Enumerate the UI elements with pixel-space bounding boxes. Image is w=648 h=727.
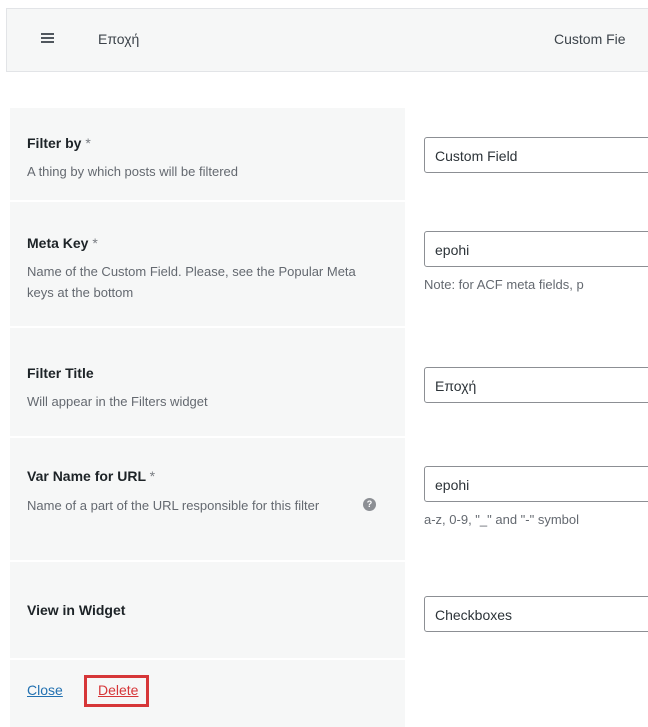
filter-title-description: Will appear in the Filters widget (27, 394, 208, 409)
view-in-widget-select[interactable]: Checkboxes (424, 596, 648, 632)
filter-by-description: A thing by which posts will be filtered (27, 164, 238, 179)
meta-key-note: Note: for ACF meta fields, p (424, 277, 584, 292)
row-var-name: Var Name for URL * Name of a part of the… (10, 438, 405, 560)
meta-key-label: Meta Key * (27, 235, 98, 251)
filter-title-label: Filter Title (27, 365, 94, 381)
delete-link[interactable]: Delete (98, 682, 138, 698)
filter-type: Custom Fie (554, 31, 626, 47)
var-name-note: a-z, 0-9, "_" and "-" symbol (424, 512, 580, 527)
meta-key-description: Name of the Custom Field. Please, see th… (27, 264, 356, 300)
filter-by-label: Filter by * (27, 135, 91, 151)
row-view-in-widget: View in Widget (10, 562, 405, 658)
var-name-input[interactable]: epohi (424, 466, 648, 502)
filter-footer: Close Delete (10, 660, 405, 727)
delete-highlight-box: Delete (84, 675, 149, 707)
var-name-description: Name of a part of the URL responsible fo… (27, 498, 320, 513)
row-filter-title: Filter Title Will appear in the Filters … (10, 328, 405, 436)
row-meta-key: Meta Key * Name of the Custom Field. Ple… (10, 202, 405, 326)
filter-name: Εποχή (98, 31, 140, 47)
filter-header-bar[interactable]: Εποχή Custom Fie (6, 8, 648, 72)
question-circle-icon[interactable]: ? (363, 498, 376, 511)
var-name-label: Var Name for URL * (27, 468, 156, 484)
filter-by-select[interactable]: Custom Field (424, 137, 648, 173)
row-filter-by: Filter by * A thing by which posts will … (10, 108, 405, 200)
filter-title-input[interactable]: Εποχή (424, 367, 648, 403)
close-link[interactable]: Close (27, 682, 63, 698)
view-in-widget-label: View in Widget (27, 602, 126, 618)
meta-key-input[interactable]: epohi (424, 231, 648, 267)
hamburger-icon[interactable] (41, 33, 55, 45)
